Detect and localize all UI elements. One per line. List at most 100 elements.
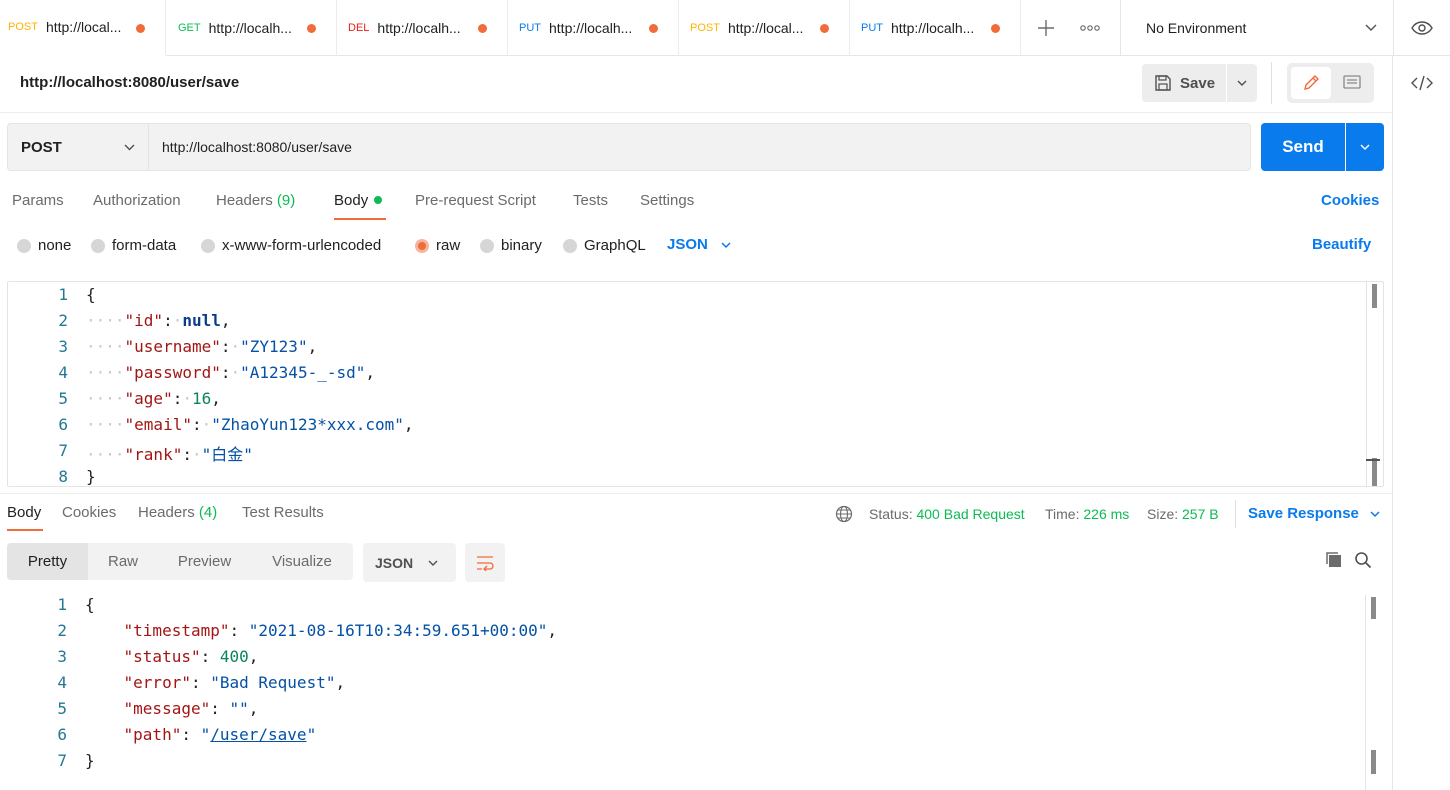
url-input[interactable]: http://localhost:8080/user/save — [149, 123, 1251, 171]
body-type-form-data-radio[interactable]: form-data — [91, 237, 176, 254]
response-scrollbar[interactable] — [1365, 595, 1379, 790]
copy-icon[interactable] — [1325, 551, 1343, 569]
unsaved-dot-icon — [649, 24, 658, 33]
tab-prerequest-script[interactable]: Pre-request Script — [415, 192, 536, 209]
tab-title: http://localh... — [208, 20, 292, 36]
divider — [1271, 62, 1272, 104]
response-format-select[interactable]: JSON — [363, 543, 456, 582]
radio-icon — [201, 238, 215, 253]
code-line: ····"id":·null, — [86, 311, 231, 330]
tab-tests[interactable]: Tests — [573, 192, 608, 209]
tab-headers[interactable]: Headers (9) — [216, 192, 295, 209]
body-type-graphql-radio[interactable]: GraphQL — [563, 237, 646, 254]
code-snippet-icon[interactable] — [1411, 74, 1433, 92]
radio-label: none — [38, 237, 72, 254]
line-number: 6 — [57, 725, 67, 744]
scrollbar-thumb[interactable] — [1372, 284, 1377, 308]
response-tab-body[interactable]: Body — [7, 504, 41, 521]
tab-method: POST — [8, 21, 38, 33]
unsaved-dot-icon — [307, 24, 316, 33]
save-button[interactable]: Save — [1142, 64, 1226, 102]
line-number: 6 — [58, 415, 68, 434]
tab-settings[interactable]: Settings — [640, 192, 694, 209]
body-type-raw-radio[interactable]: raw — [415, 237, 460, 254]
tab-method: DEL — [348, 22, 370, 34]
tab-method: PUT — [861, 22, 883, 34]
response-time[interactable]: Time: 226 ms — [1045, 506, 1129, 522]
request-tab[interactable]: PUT http://localh... — [508, 0, 679, 56]
time-label: Time: — [1045, 506, 1080, 522]
environment-selector[interactable]: No Environment — [1120, 0, 1392, 56]
send-button[interactable]: Send — [1261, 123, 1345, 171]
scrollbar-thumb[interactable] — [1372, 458, 1377, 486]
code-line: { — [85, 595, 95, 614]
response-headers-count: (4) — [198, 504, 218, 521]
code-line: { — [86, 285, 96, 304]
mode-toggle — [1287, 63, 1374, 103]
line-number: 2 — [58, 311, 68, 330]
save-label: Save — [1180, 74, 1216, 92]
body-type-urlencoded-radio[interactable]: x-www-form-urlencoded — [201, 237, 381, 254]
code-line: ····"rank":·"白金" — [86, 445, 253, 464]
request-tab[interactable]: PUT http://localh... — [850, 0, 1021, 56]
radio-icon — [17, 238, 31, 253]
radio-selected-icon — [415, 238, 429, 253]
http-method-value: POST — [21, 138, 62, 156]
scrollbar-thumb[interactable] — [1371, 597, 1376, 619]
line-number: 8 — [58, 467, 68, 486]
size-value: 257 B — [1182, 506, 1219, 522]
beautify-link[interactable]: Beautify — [1312, 236, 1371, 253]
cookies-link[interactable]: Cookies — [1321, 192, 1379, 209]
line-number: 7 — [58, 441, 68, 460]
response-tab-test-results[interactable]: Test Results — [242, 504, 324, 521]
radio-icon — [91, 238, 105, 253]
line-number: 5 — [58, 389, 68, 408]
view-raw[interactable]: Raw — [88, 543, 158, 580]
send-options-dropdown[interactable] — [1346, 123, 1384, 171]
tab-title: http://localh... — [891, 20, 975, 36]
body-type-binary-radio[interactable]: binary — [480, 237, 542, 254]
radio-label: binary — [501, 237, 542, 254]
code-line: } — [86, 467, 96, 486]
view-preview[interactable]: Preview — [158, 543, 251, 580]
request-tab[interactable]: GET http://localh... — [166, 0, 337, 56]
more-tabs-icon[interactable] — [1076, 14, 1104, 42]
tab-params[interactable]: Params — [12, 192, 64, 209]
status-label: Status: — [869, 506, 913, 522]
tab-body[interactable]: Body — [334, 192, 383, 209]
response-tab-headers[interactable]: Headers (4) — [138, 504, 217, 521]
editor-scrollbar[interactable] — [1366, 282, 1380, 486]
request-tab[interactable]: POST http://local... — [0, 0, 166, 56]
size-label: Size: — [1147, 506, 1179, 522]
edit-mode-pencil-icon[interactable] — [1291, 67, 1331, 99]
response-tab-cookies[interactable]: Cookies — [62, 504, 116, 521]
request-name-title[interactable]: http://localhost:8080/user/save — [20, 74, 239, 91]
response-size[interactable]: Size: 257 B — [1147, 506, 1219, 522]
view-visualize[interactable]: Visualize — [251, 543, 353, 580]
environment-quick-look-eye-icon[interactable] — [1393, 0, 1450, 56]
response-body-viewer[interactable]: 1 { 2 "timestamp": "2021-08-16T10:34:59.6… — [7, 595, 1384, 790]
new-tab-plus-icon[interactable] — [1032, 14, 1060, 42]
request-tab[interactable]: POST http://local... — [679, 0, 850, 56]
active-tab-underline — [7, 529, 43, 531]
line-number: 1 — [58, 285, 68, 304]
documentation-comment-icon[interactable] — [1333, 67, 1371, 99]
tab-authorization[interactable]: Authorization — [93, 192, 181, 209]
view-pretty[interactable]: Pretty — [7, 543, 88, 580]
save-options-dropdown[interactable] — [1227, 64, 1257, 102]
body-type-none-radio[interactable]: none — [17, 237, 71, 254]
response-status[interactable]: Status: 400 Bad Request — [869, 506, 1025, 522]
request-body-editor[interactable]: 1 { 2 ····"id":·null, 3 ····"username":·"ZY… — [7, 281, 1384, 487]
code-line: "status": 400, — [123, 647, 259, 666]
save-response-button[interactable]: Save Response — [1248, 505, 1381, 522]
path-link[interactable]: /user/save — [210, 725, 306, 744]
scrollbar-thumb[interactable] — [1371, 750, 1376, 774]
unsaved-dot-icon — [478, 24, 487, 33]
wrap-lines-icon[interactable] — [465, 543, 505, 582]
search-icon[interactable] — [1354, 551, 1372, 569]
response-view-toggle: Pretty Raw Preview Visualize — [7, 543, 353, 580]
request-tab[interactable]: DEL http://localh... — [337, 0, 508, 56]
globe-icon[interactable] — [835, 505, 853, 523]
http-method-select[interactable]: POST — [7, 123, 149, 171]
raw-format-select[interactable]: JSON — [667, 236, 732, 253]
